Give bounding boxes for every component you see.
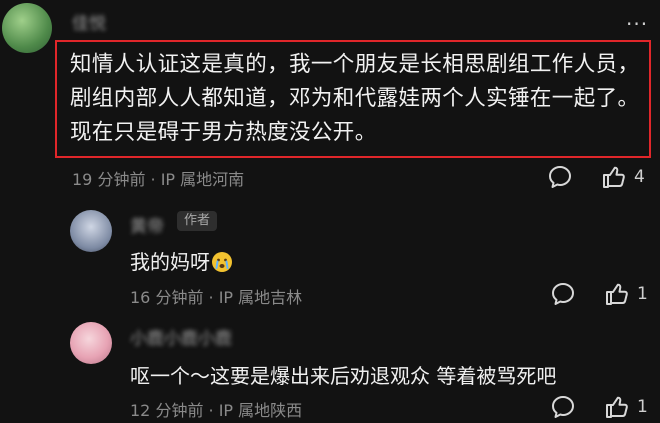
crying-face-emoji xyxy=(212,252,232,272)
author-badge: 作者 xyxy=(177,211,218,231)
more-icon[interactable]: ··· xyxy=(626,14,648,34)
avatar[interactable] xyxy=(70,322,112,364)
like-button[interactable] xyxy=(600,162,628,192)
avatar[interactable] xyxy=(2,3,52,53)
comment-bubble-icon xyxy=(552,396,574,418)
reply-username[interactable]: 黄帝 xyxy=(130,212,164,237)
comment-bubble-icon xyxy=(549,166,571,188)
avatar[interactable] xyxy=(70,210,112,252)
like-count: 4 xyxy=(634,167,645,187)
comment-text: 知情人认证这是真的，我一个朋友是长相思剧组工作人员，剧组内部人人都知道，邓为和代… xyxy=(70,52,640,145)
reply-text-content: 我的妈呀 xyxy=(130,250,210,274)
reply-meta: 16 分钟前 · IP 属地吉林 xyxy=(130,288,303,307)
like-button[interactable] xyxy=(603,279,631,309)
like-count: 1 xyxy=(637,284,648,304)
reply-button[interactable] xyxy=(545,162,575,192)
reply-text: 呕一个～这要是爆出来后劝退观众 等着被骂死吧 xyxy=(130,364,557,388)
comment-username[interactable]: 佳悦 xyxy=(72,9,106,34)
reply-button[interactable] xyxy=(548,392,578,422)
like-button[interactable] xyxy=(603,392,631,422)
comment-meta: 19 分钟前 · IP 属地河南 xyxy=(72,170,245,189)
reply-username[interactable]: 小鹿小鹿小鹿 xyxy=(130,324,232,349)
comment-bubble-icon xyxy=(552,283,574,305)
thumbs-up-icon xyxy=(603,166,625,188)
reply-meta: 12 分钟前 · IP 属地陕西 xyxy=(130,401,303,420)
thumbs-up-icon xyxy=(606,283,628,305)
reply-button[interactable] xyxy=(548,279,578,309)
thumbs-up-icon xyxy=(606,396,628,418)
like-count: 1 xyxy=(637,397,648,417)
reply-text: 我的妈呀 xyxy=(130,246,232,275)
